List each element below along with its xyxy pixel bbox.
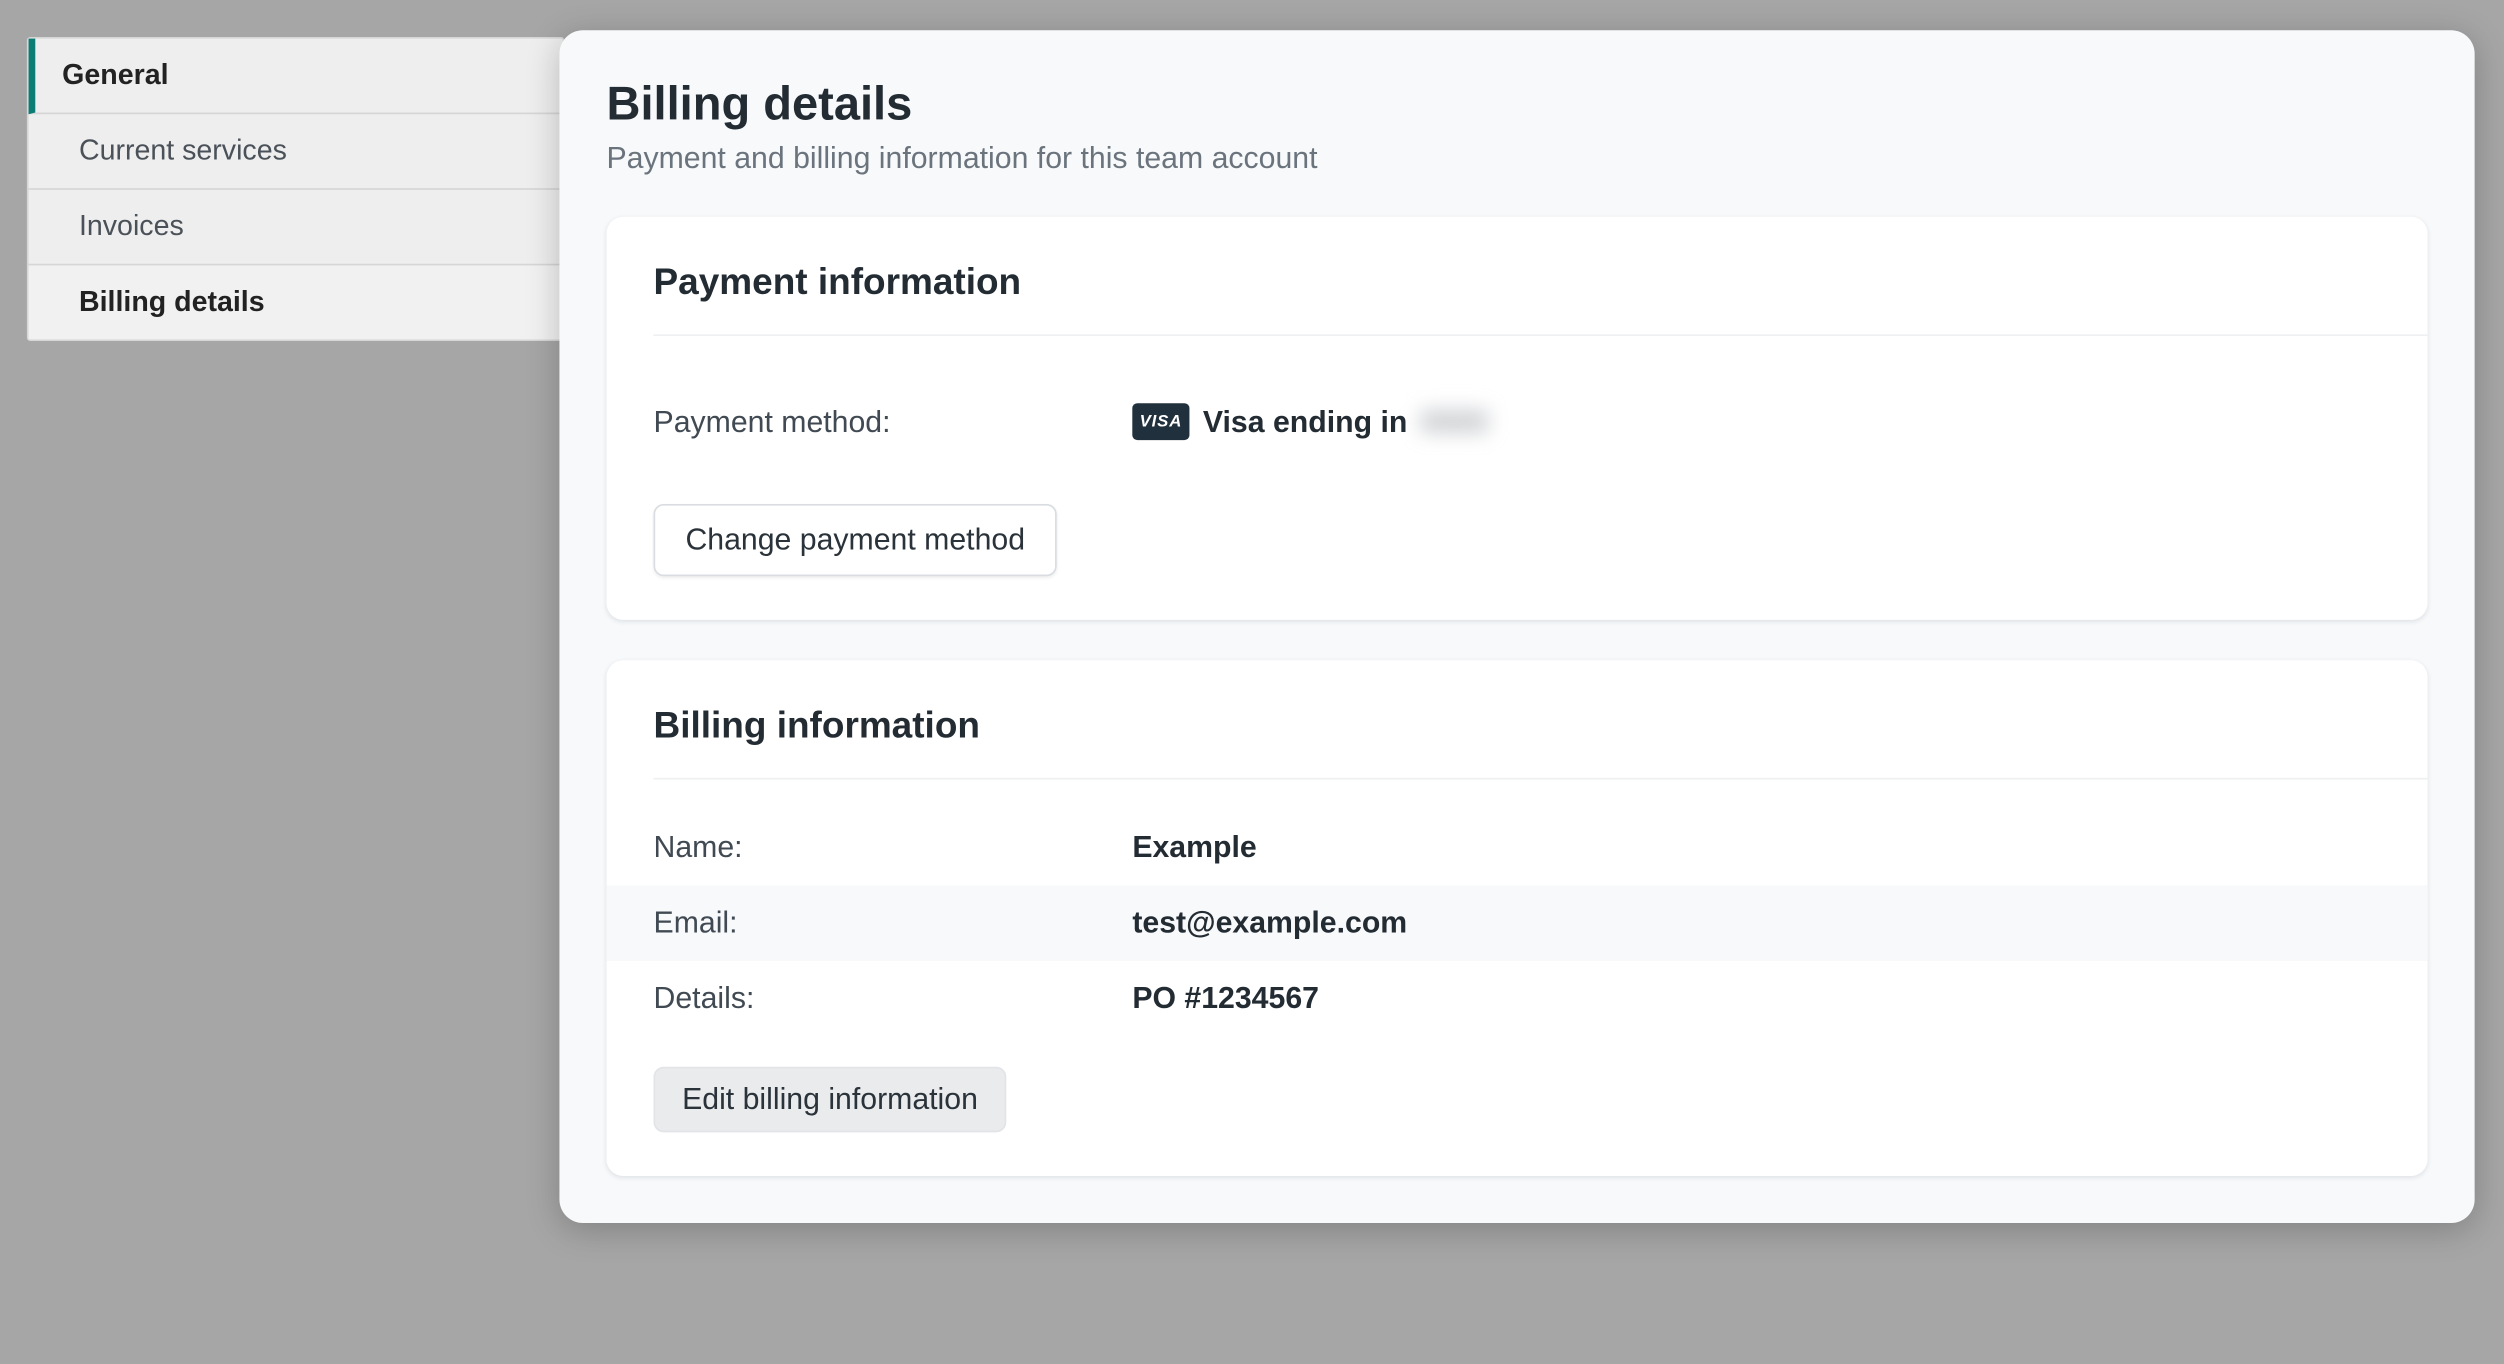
panel-subtitle: Payment and billing information for this… (606, 141, 2427, 176)
payment-method-text: Visa ending in (1203, 404, 1407, 439)
edit-billing-information-button[interactable]: Edit billing information (654, 1067, 1007, 1133)
panel-title: Billing details (606, 77, 2427, 131)
sidebar-item-billing-details[interactable]: Billing details (29, 265, 563, 339)
sidebar-item-label: Billing details (79, 286, 265, 318)
billing-information-heading: Billing information (654, 704, 2381, 748)
sidebar-item-label: Invoices (79, 210, 184, 242)
billing-name-row: Name: Example (654, 810, 2381, 886)
billing-name-value: Example (1132, 830, 1256, 865)
payment-method-row: Payment method: VISA Visa ending in 0000 (654, 383, 2381, 460)
change-payment-method-button[interactable]: Change payment method (654, 504, 1057, 576)
sidebar-item-label: Current services (79, 134, 287, 166)
billing-details-value: PO #1234567 (1132, 981, 1319, 1016)
billing-email-label: Email: (654, 906, 1133, 941)
payment-method-last4: 0000 (1421, 404, 1488, 439)
settings-sidebar: General Current services Invoices Billin… (27, 37, 565, 341)
billing-details-panel: Billing details Payment and billing info… (559, 30, 2474, 1223)
divider (654, 334, 2428, 336)
payment-information-card: Payment information Payment method: VISA… (606, 217, 2427, 620)
sidebar-item-current-services[interactable]: Current services (29, 114, 563, 190)
billing-email-row: Email: test@example.com (606, 885, 2427, 961)
visa-icon: VISA (1132, 403, 1189, 440)
payment-method-label: Payment method: (654, 404, 1133, 439)
billing-email-value: test@example.com (1132, 906, 1407, 941)
payment-method-value: VISA Visa ending in 0000 (1132, 403, 1488, 440)
billing-name-label: Name: (654, 830, 1133, 865)
sidebar-item-general[interactable]: General (29, 39, 563, 115)
billing-details-row: Details: PO #1234567 (654, 961, 2381, 1037)
sidebar-item-label: General (62, 59, 168, 91)
billing-details-label: Details: (654, 981, 1133, 1016)
divider (654, 778, 2428, 780)
payment-information-heading: Payment information (654, 260, 2381, 304)
billing-information-card: Billing information Name: Example Email:… (606, 660, 2427, 1176)
sidebar-item-invoices[interactable]: Invoices (29, 190, 563, 266)
